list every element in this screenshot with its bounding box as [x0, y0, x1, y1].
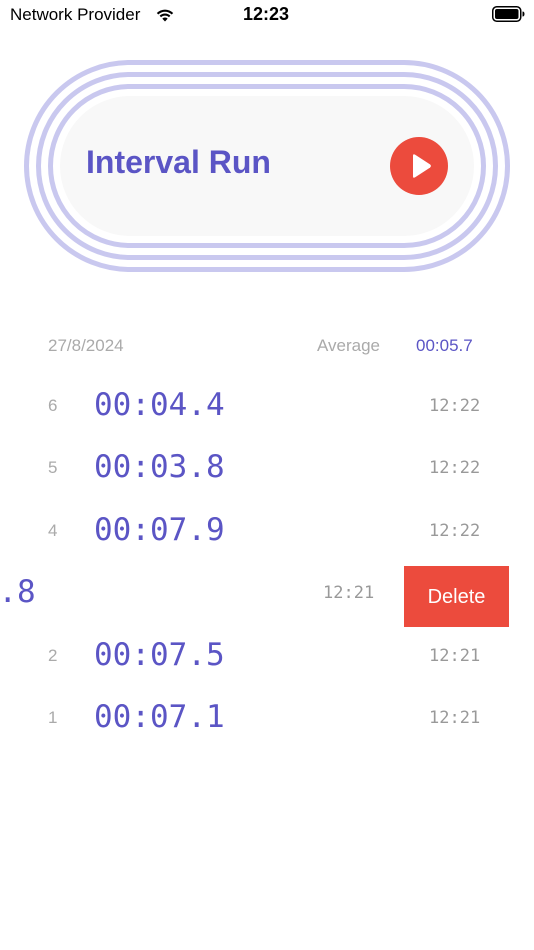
play-button[interactable]: [390, 137, 448, 195]
carrier-name: Network Provider: [10, 5, 141, 24]
lap-clock: 12:22: [429, 396, 481, 416]
lap-clock: 12:22: [429, 521, 481, 541]
status-bar: Network Provider 12:23: [0, 0, 534, 30]
lap-clock: 12:21: [323, 583, 375, 603]
interval-header: Interval Run: [24, 60, 510, 272]
lap-index: 6: [48, 396, 58, 415]
lap-time: 00:03.8: [94, 449, 225, 485]
play-icon: [413, 154, 431, 178]
lap-row[interactable]: 5 00:03.8 12:22: [0, 440, 534, 502]
lap-time: 00:03.8: [0, 574, 36, 610]
battery-full-icon: [492, 6, 525, 22]
status-time: 12:23: [243, 4, 290, 24]
delete-button[interactable]: Delete: [404, 566, 509, 627]
lap-index: 2: [48, 646, 58, 665]
session-date: 27/8/2024: [48, 336, 124, 355]
lap-row[interactable]: 6 00:04.4 12:22: [0, 378, 534, 440]
lap-index: 4: [48, 521, 58, 540]
lap-index: 5: [48, 458, 58, 477]
lap-row-swiped[interactable]: 00:03.8 12:21 Delete: [0, 565, 534, 627]
lap-time: 00:07.9: [94, 512, 225, 548]
lap-clock: 12:21: [429, 646, 481, 666]
lap-row[interactable]: 4 00:07.9 12:22: [0, 503, 534, 565]
average-label: Average: [317, 336, 381, 355]
run-title: Interval Run: [86, 144, 271, 180]
average-value: 00:05.7: [416, 336, 473, 355]
lap-clock: 12:21: [429, 708, 481, 728]
lap-row[interactable]: 2 00:07.5 12:21: [0, 628, 534, 690]
lap-index: 1: [48, 708, 58, 727]
lap-time: 00:07.5: [94, 637, 225, 673]
lap-time: 00:04.4: [94, 387, 225, 423]
lap-row[interactable]: 1 00:07.1 12:21: [0, 690, 534, 752]
lap-time: 00:07.1: [94, 699, 225, 735]
lap-clock: 12:22: [429, 458, 481, 478]
wifi-icon: [156, 9, 174, 22]
